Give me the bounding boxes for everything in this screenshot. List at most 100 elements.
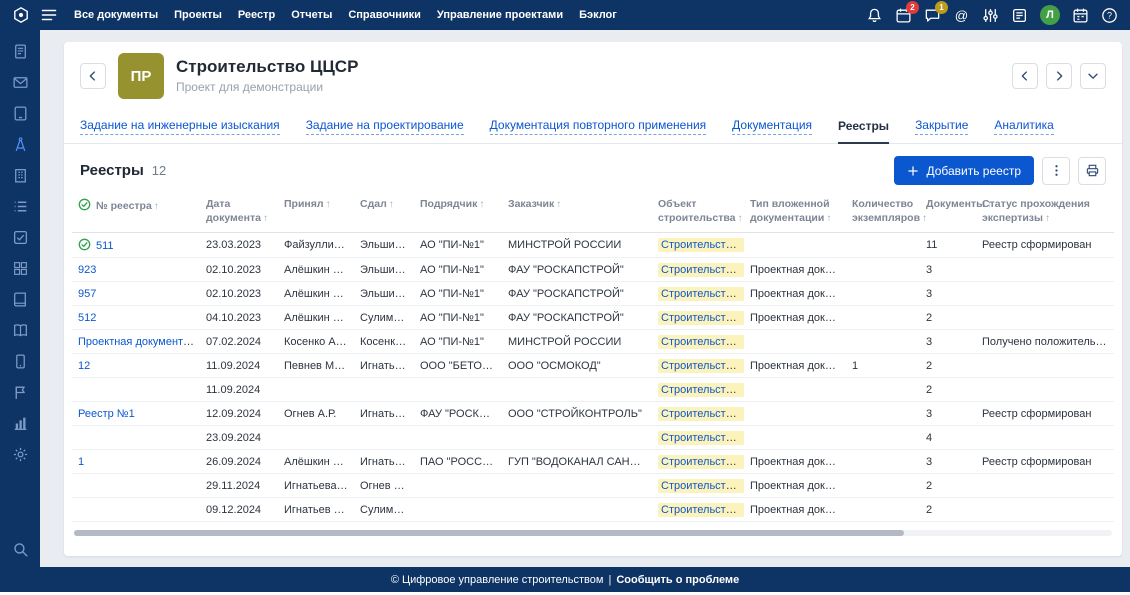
- registry-number-link[interactable]: 923: [78, 264, 96, 276]
- add-registry-button[interactable]: Добавить реестр: [894, 156, 1034, 185]
- object-link[interactable]: Строительство ЦЦСР: [661, 288, 744, 300]
- sort-arrow-icon[interactable]: ↑: [556, 199, 561, 210]
- table-row[interactable]: 29.11.2024Игнатьева А.В.Огнев А.Р.Строит…: [72, 474, 1114, 498]
- object-link[interactable]: Строительство ЦЦСР: [661, 384, 744, 396]
- tablet-icon[interactable]: [12, 105, 29, 122]
- nav-item-6[interactable]: Бэклог: [579, 9, 617, 21]
- more-actions-button[interactable]: [1042, 157, 1070, 185]
- tab-1[interactable]: Задание на проектирование: [306, 110, 464, 143]
- column-header[interactable]: Тип вложенной документации↑: [744, 195, 846, 233]
- table-row[interactable]: 95702.10.2023Алёшкин К.Ю.Эльшина Ю.Ю.АО …: [72, 282, 1114, 306]
- object-link[interactable]: Строительство ЦЦСР: [661, 480, 744, 492]
- document-icon[interactable]: [12, 43, 29, 60]
- table-row[interactable]: 51123.03.2023Файзуллин И.Э.Эльшина Ю.Ю.А…: [72, 233, 1114, 258]
- table-row[interactable]: 23.09.2024Строительство ЦЦСР4: [72, 426, 1114, 450]
- column-header[interactable]: Дата документа↑: [200, 195, 278, 233]
- tab-2[interactable]: Документация повторного применения: [490, 110, 707, 143]
- object-link[interactable]: Строительство ЦЦСР: [661, 264, 744, 276]
- sort-arrow-icon[interactable]: ↑: [263, 213, 268, 224]
- object-link[interactable]: Строительство ЦЦСР: [661, 504, 744, 516]
- tab-5[interactable]: Закрытие: [915, 110, 968, 143]
- registry-number-link[interactable]: 512: [78, 312, 96, 324]
- object-link[interactable]: Строительство ЦЦСР: [661, 239, 744, 251]
- table-row[interactable]: 09.12.2024Игнатьев А.В.Сулимова О.Строит…: [72, 498, 1114, 522]
- sort-arrow-icon[interactable]: ↑: [738, 213, 743, 224]
- column-header[interactable]: Количество экземпляров↑: [846, 195, 920, 233]
- registry-number-link[interactable]: 12: [78, 360, 90, 372]
- table-row[interactable]: Проектная документация07.02.2024Косенко …: [72, 330, 1114, 354]
- column-header[interactable]: Заказчик↑: [502, 195, 652, 233]
- registry-number-link[interactable]: 957: [78, 288, 96, 300]
- device-icon[interactable]: [12, 353, 29, 370]
- mail-icon[interactable]: [12, 74, 29, 91]
- app-logo-icon[interactable]: [12, 6, 30, 24]
- registry-number-link[interactable]: Проектная документация: [78, 336, 200, 348]
- calendar-icon[interactable]: [1072, 7, 1089, 24]
- sort-arrow-icon[interactable]: ↑: [479, 199, 484, 210]
- object-link[interactable]: Строительство ЦЦСР: [661, 336, 744, 348]
- table-row[interactable]: 11.09.2024Строительство ЦЦСР2: [72, 378, 1114, 402]
- column-header[interactable]: Объект строительства↑: [652, 195, 744, 233]
- registry-number-link[interactable]: 1: [78, 456, 84, 468]
- registry-number-link[interactable]: Реестр №1: [78, 408, 135, 420]
- book-open-icon[interactable]: [12, 322, 29, 339]
- chart-icon[interactable]: [12, 415, 29, 432]
- object-link[interactable]: Строительство ЦЦСР: [661, 312, 744, 324]
- column-header[interactable]: Подрядчик↑: [414, 195, 502, 233]
- bell-icon[interactable]: [866, 7, 883, 24]
- tab-0[interactable]: Задание на инженерные изыскания: [80, 110, 280, 143]
- building-icon[interactable]: [12, 167, 29, 184]
- prev-project-button[interactable]: [1012, 63, 1038, 89]
- search-icon[interactable]: [12, 541, 29, 558]
- table-row[interactable]: 126.09.2024Алёшкин К.Ю.Игнатьев А.В.ПАО …: [72, 450, 1114, 474]
- registry-number-link[interactable]: 511: [96, 240, 114, 252]
- object-link[interactable]: Строительство ЦЦСР: [661, 408, 744, 420]
- table-row[interactable]: 1211.09.2024Певнев М.М.Игнатьев А.В.ООО …: [72, 354, 1114, 378]
- list-icon[interactable]: [12, 198, 29, 215]
- report-problem-link[interactable]: Сообщить о проблеме: [616, 574, 739, 586]
- help-icon[interactable]: ?: [1101, 7, 1118, 24]
- sort-arrow-icon[interactable]: ↑: [154, 201, 159, 212]
- object-link[interactable]: Строительство ЦЦСР: [661, 360, 744, 372]
- column-header[interactable]: № реестра↑: [72, 195, 200, 233]
- object-link[interactable]: Строительство ЦЦСР: [661, 432, 744, 444]
- inbox-icon[interactable]: 2: [895, 7, 912, 24]
- tab-6[interactable]: Аналитика: [994, 110, 1053, 143]
- mention-icon[interactable]: @: [953, 7, 970, 24]
- book-icon[interactable]: [12, 291, 29, 308]
- nav-item-4[interactable]: Справочники: [348, 9, 421, 21]
- table-row[interactable]: 51204.10.2023Алёшкин К.Ю.Сулимова О.АО "…: [72, 306, 1114, 330]
- compass-icon[interactable]: [12, 136, 29, 153]
- sort-arrow-icon[interactable]: ↑: [826, 213, 831, 224]
- checklist-icon[interactable]: [12, 229, 29, 246]
- sort-arrow-icon[interactable]: ↑: [1045, 213, 1050, 224]
- table-row[interactable]: Реестр №112.09.2024Огнев А.Р.Игнатьев А.…: [72, 402, 1114, 426]
- sort-arrow-icon[interactable]: ↑: [326, 199, 331, 210]
- back-button[interactable]: [80, 63, 106, 89]
- column-header[interactable]: Документы↑: [920, 195, 976, 233]
- nav-item-2[interactable]: Реестр: [238, 9, 275, 21]
- news-icon[interactable]: [1011, 7, 1028, 24]
- gear-icon[interactable]: [12, 446, 29, 463]
- sort-arrow-icon[interactable]: ↑: [922, 213, 927, 224]
- user-avatar[interactable]: Л: [1040, 5, 1060, 25]
- menu-icon[interactable]: [40, 6, 58, 24]
- nav-item-1[interactable]: Проекты: [174, 9, 222, 21]
- sort-arrow-icon[interactable]: ↑: [389, 199, 394, 210]
- collapse-header-button[interactable]: [1080, 63, 1106, 89]
- nav-item-5[interactable]: Управление проектами: [437, 9, 563, 21]
- table-row[interactable]: 92302.10.2023Алёшкин К.Ю.Эльшина Ю.Ю.АО …: [72, 258, 1114, 282]
- sliders-icon[interactable]: [982, 7, 999, 24]
- column-header[interactable]: Сдал↑: [354, 195, 414, 233]
- print-button[interactable]: [1078, 157, 1106, 185]
- tab-4[interactable]: Реестры: [838, 110, 889, 143]
- horizontal-scrollbar-track[interactable]: [74, 530, 1112, 536]
- object-link[interactable]: Строительство ЦЦСР: [661, 456, 744, 468]
- nav-item-0[interactable]: Все документы: [74, 9, 158, 21]
- horizontal-scrollbar-thumb[interactable]: [74, 530, 904, 536]
- chat-icon[interactable]: 1: [924, 7, 941, 24]
- tab-3[interactable]: Документация: [732, 110, 812, 143]
- column-header[interactable]: Принял↑: [278, 195, 354, 233]
- grid-icon[interactable]: [12, 260, 29, 277]
- nav-item-3[interactable]: Отчеты: [291, 9, 332, 21]
